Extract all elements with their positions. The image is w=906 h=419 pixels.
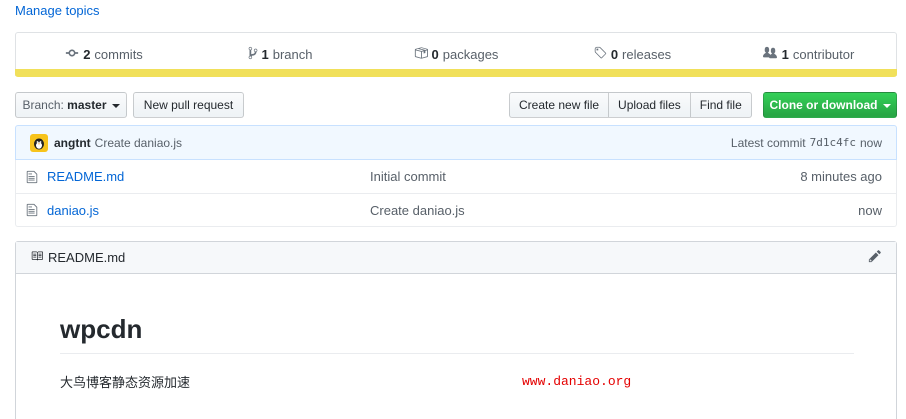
branch-label: branch xyxy=(272,47,313,62)
people-icon xyxy=(762,46,778,63)
file-commit-message[interactable]: Create daniao.js xyxy=(370,203,756,218)
contributors-label: contributor xyxy=(792,47,855,62)
readme-description: 大鸟博客静态资源加速 xyxy=(60,376,191,391)
file-name-link[interactable]: daniao.js xyxy=(47,203,370,218)
readme-heading: wpcdn xyxy=(60,314,143,344)
new-pull-request-button[interactable]: New pull request xyxy=(133,92,244,118)
create-new-file-label: Create new file xyxy=(519,98,600,112)
manage-topics-link[interactable]: Manage topics xyxy=(15,3,100,18)
readme-filename: README.md xyxy=(48,250,126,265)
latest-commit-age: now xyxy=(859,135,882,150)
chevron-down-icon xyxy=(882,103,891,108)
packages-count: 0 xyxy=(431,47,439,62)
clone-or-download-label: Clone or download xyxy=(769,98,878,112)
find-file-button[interactable]: Find file xyxy=(689,92,752,118)
upload-files-button[interactable]: Upload files xyxy=(608,92,691,118)
watermark-text: www.daniao.org xyxy=(522,374,632,389)
commit-message[interactable]: Create daniao.js xyxy=(95,136,182,150)
readme-header: README.md xyxy=(16,242,896,274)
branch-select-button[interactable]: Branch: master xyxy=(15,92,127,118)
releases-label: releases xyxy=(622,47,672,62)
create-new-file-button[interactable]: Create new file xyxy=(509,92,610,118)
file-icon xyxy=(16,170,47,184)
table-row: README.md Initial commit 8 minutes ago xyxy=(16,160,896,193)
branch-count: 1 xyxy=(261,47,269,62)
branch-icon xyxy=(248,46,258,63)
heading-divider xyxy=(60,353,854,354)
find-file-label: Find file xyxy=(699,98,742,112)
package-icon xyxy=(414,46,428,63)
file-age: 8 minutes ago xyxy=(800,169,882,184)
branch-prefix: Branch: xyxy=(22,98,64,112)
commit-sha-link[interactable]: 7d1c4fc xyxy=(810,136,856,150)
file-commit-message[interactable]: Initial commit xyxy=(370,169,756,184)
new-pull-request-label: New pull request xyxy=(143,98,234,112)
branch-name: master xyxy=(67,98,107,112)
file-icon xyxy=(16,203,47,217)
commit-icon xyxy=(65,46,79,63)
releases-count: 0 xyxy=(610,47,619,62)
file-name-link[interactable]: README.md xyxy=(47,169,370,184)
upload-files-label: Upload files xyxy=(618,98,681,112)
files-table: README.md Initial commit 8 minutes ago d… xyxy=(15,160,897,227)
file-age: now xyxy=(858,202,882,218)
latest-commit-label: Latest commit xyxy=(730,135,806,150)
contributors-count: 1 xyxy=(781,47,789,62)
clone-or-download-button[interactable]: Clone or download xyxy=(763,92,897,118)
avatar[interactable] xyxy=(30,133,48,152)
latest-commit-bar: angtnt Create daniao.js Latest commit 7d… xyxy=(15,125,897,160)
file-actions-group: Create new file Upload files Find file xyxy=(509,92,752,118)
latest-commit-info: Latest commit 7d1c4fc now xyxy=(731,136,882,150)
readme-panel: README.md wpcdn 大鸟博客静态资源加速 xyxy=(15,241,897,419)
commits-count: 2 xyxy=(83,47,91,62)
tag-icon xyxy=(593,46,607,63)
pencil-icon[interactable] xyxy=(868,249,882,266)
table-row: daniao.js Create daniao.js now xyxy=(16,193,896,226)
packages-label: packages xyxy=(442,47,499,62)
chevron-down-icon xyxy=(111,103,120,108)
book-icon xyxy=(30,250,44,265)
language-bar[interactable] xyxy=(15,69,897,77)
commits-label: commits xyxy=(94,47,143,62)
commit-author[interactable]: angtnt xyxy=(54,136,91,150)
